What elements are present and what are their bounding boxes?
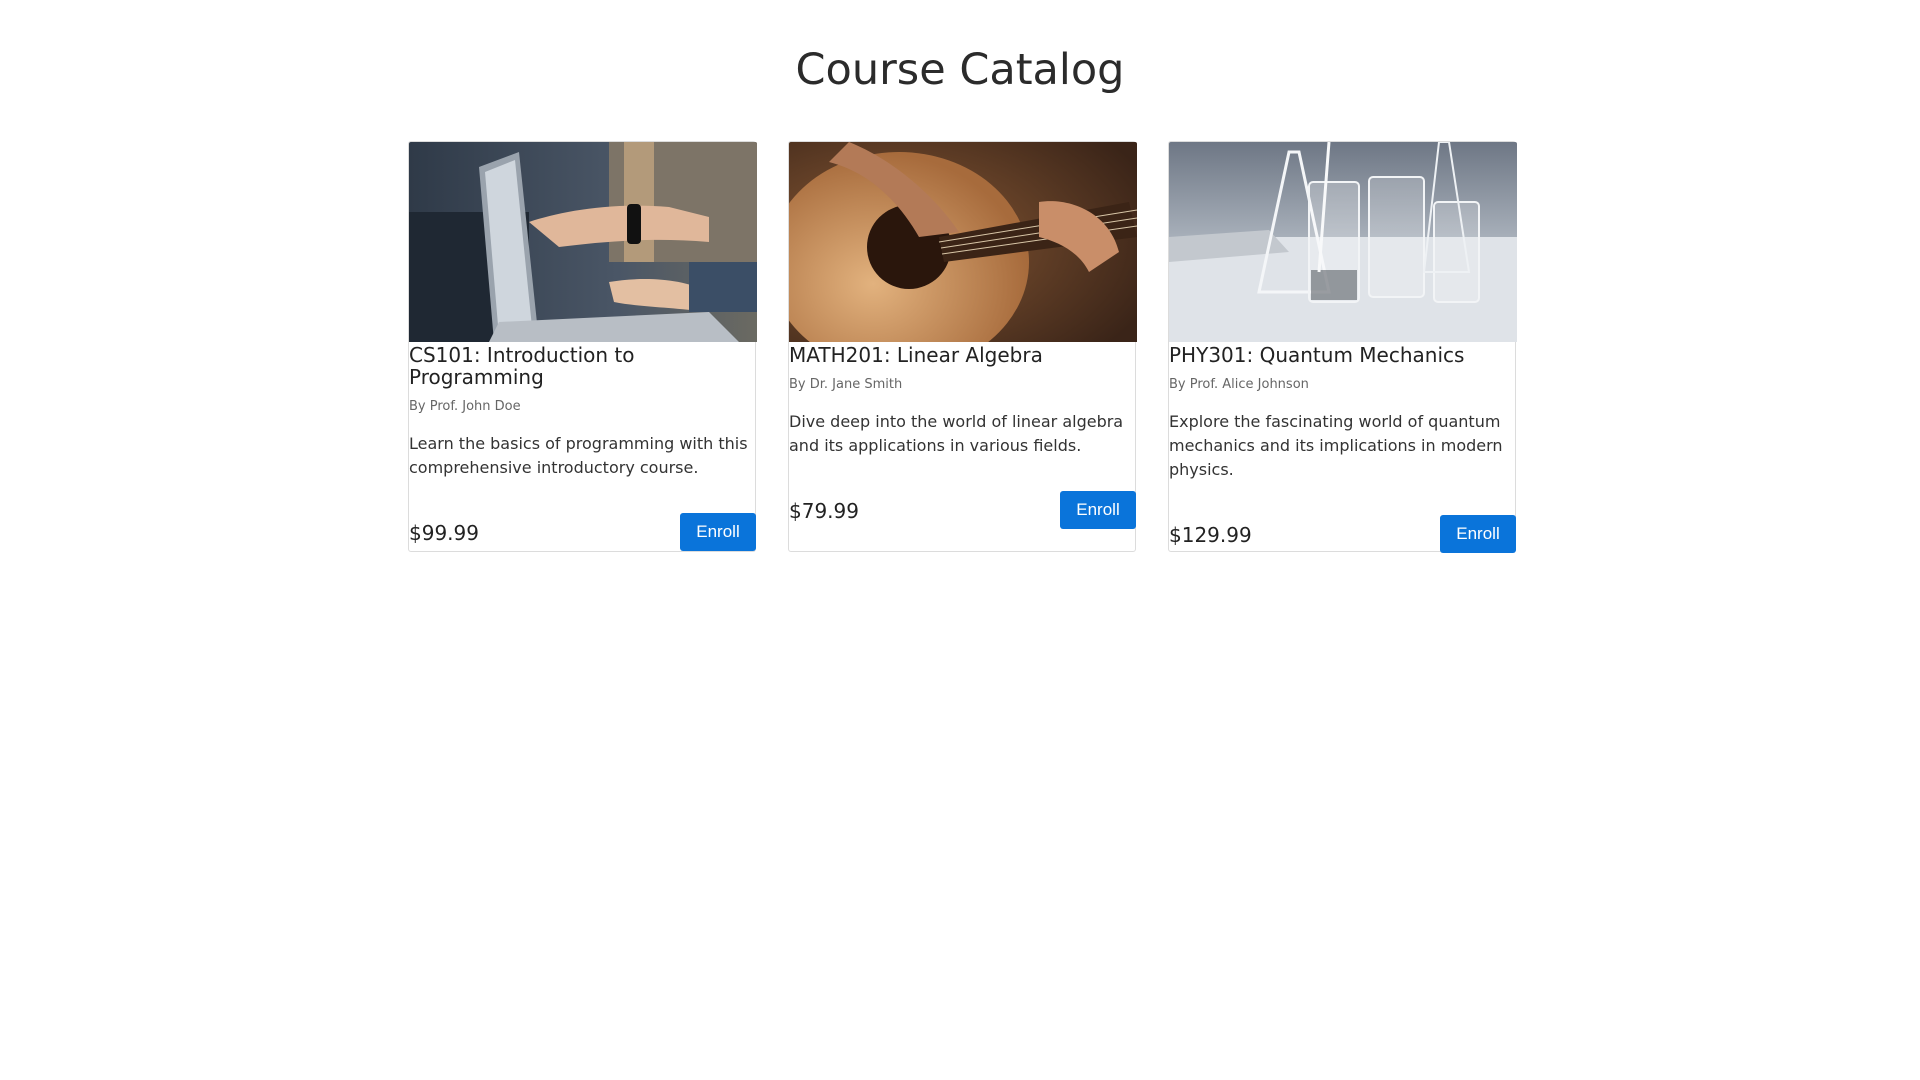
enroll-button[interactable]: Enroll [680, 513, 756, 551]
course-card-phy301: PHY301: Quantum Mechanics By Prof. Alice… [1168, 141, 1517, 553]
course-instructor: By Prof. Alice Johnson [1169, 377, 1309, 392]
course-title: MATH201: Linear Algebra [789, 343, 1043, 367]
lab-glassware-photo-icon [1169, 142, 1517, 342]
enroll-button[interactable]: Enroll [1440, 515, 1516, 553]
course-title: PHY301: Quantum Mechanics [1169, 343, 1465, 367]
laptop-photo-icon [409, 142, 757, 342]
course-description: Learn the basics of programming with thi… [409, 434, 748, 477]
course-description: Explore the fascinating world of quantum… [1169, 412, 1503, 479]
guitar-photo-icon [789, 142, 1137, 342]
course-price: $99.99 [409, 521, 479, 545]
page-title: Course Catalog [795, 45, 1125, 95]
course-title: CS101: Introduction to Programming [409, 343, 635, 389]
course-price: $129.99 [1169, 523, 1252, 547]
course-description: Dive deep into the world of linear algeb… [789, 412, 1124, 455]
course-card-math201: MATH201: Linear Algebra By Dr. Jane Smit… [788, 141, 1137, 552]
course-price: $79.99 [789, 499, 859, 523]
course-instructor: By Prof. John Doe [409, 399, 521, 414]
course-card-cs101: CS101: Introduction to Programming By Pr… [408, 141, 757, 552]
course-instructor: By Dr. Jane Smith [789, 377, 903, 392]
enroll-button[interactable]: Enroll [1060, 491, 1136, 529]
